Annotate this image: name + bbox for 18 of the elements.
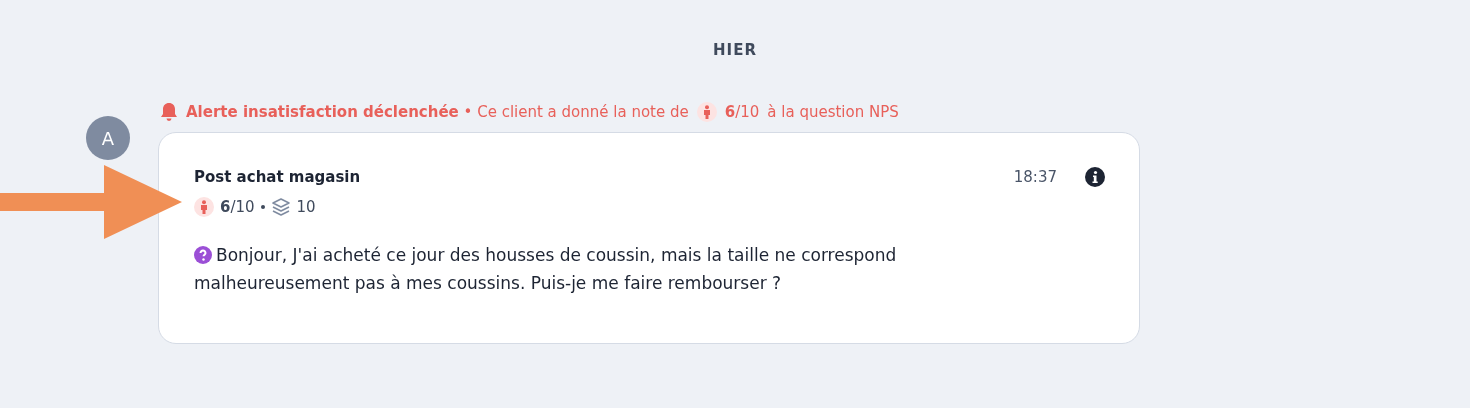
message-text: Bonjour, J'ai acheté ce jour des housses de coussin, mais la taille ne correspond malheureusement pas à mes coussins. Puis-je me faire rembourser ? [194, 244, 898, 295]
avatar: A [86, 116, 130, 160]
nps-score: 6/10 [220, 198, 255, 216]
question-icon [194, 246, 212, 264]
layers-icon [270, 198, 291, 216]
info-icon[interactable] [1085, 167, 1105, 187]
survey-title: Post achat magasin [194, 168, 362, 186]
bell-icon [160, 102, 178, 122]
nps-detractor-icon [194, 197, 214, 217]
day-separator: HIER [713, 41, 757, 59]
message-time: 18:37 [1013, 168, 1057, 186]
nps-score: 6/10 [724, 103, 760, 121]
response-count: 10 [296, 198, 316, 216]
alert-suffix: à la question NPS [767, 103, 899, 121]
separator-dot-icon [260, 205, 265, 209]
arrow-icon [0, 165, 182, 239]
nps-detractor-icon [696, 102, 717, 122]
alert-message: Alerte insatisfaction déclenchée • Ce client a donné la note de [186, 103, 689, 121]
